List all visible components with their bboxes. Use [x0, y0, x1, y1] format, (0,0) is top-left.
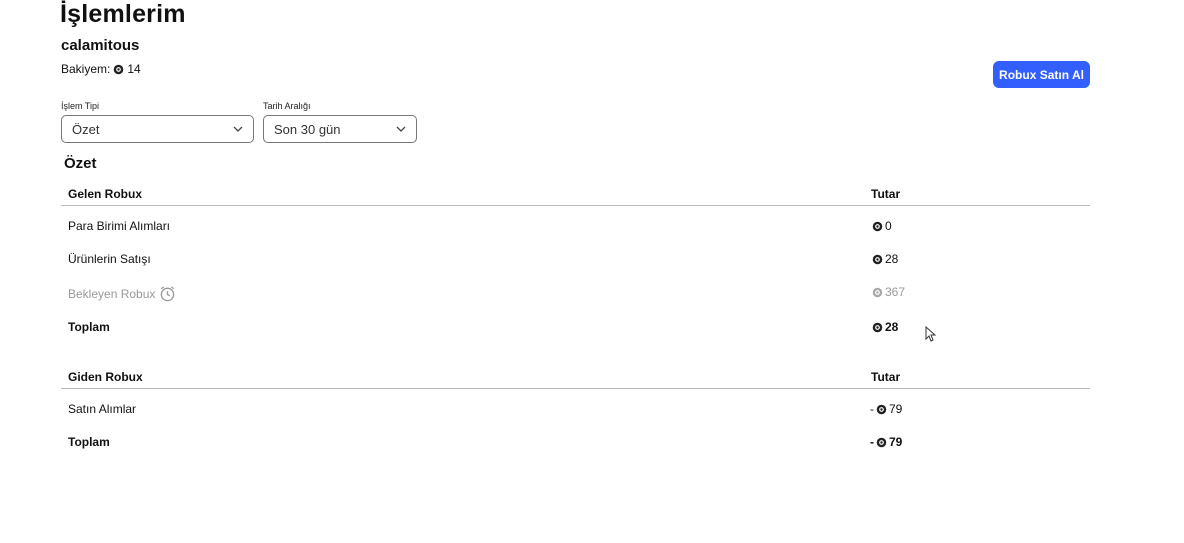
- row-label: Bekleyen Robux: [68, 286, 156, 301]
- row-prefix: -: [870, 435, 874, 449]
- username: calamitous: [61, 37, 140, 54]
- transaction-type-label: İşlem Tipi: [61, 101, 100, 111]
- outgoing-header-label: Giden Robux: [68, 370, 143, 384]
- row-amount: 367: [885, 285, 906, 299]
- row-amount: 79: [889, 402, 903, 416]
- date-range-value: Son 30 gün: [274, 121, 341, 137]
- row-amount: 28: [885, 252, 899, 266]
- robux-icon: [876, 437, 887, 448]
- summary-title: Özet: [64, 155, 97, 172]
- buy-robux-button[interactable]: Robux Satın Al: [993, 61, 1090, 88]
- robux-icon: [872, 254, 883, 265]
- row-amount: 28: [885, 320, 899, 334]
- robux-icon: [872, 322, 883, 333]
- row-label: Toplam: [68, 320, 110, 334]
- page-title: İşlemlerim: [60, 0, 186, 28]
- chevron-down-icon: [396, 126, 406, 132]
- balance-label: Bakiyem:: [61, 62, 111, 76]
- row-amount: 0: [885, 219, 892, 233]
- row-label: Toplam: [68, 435, 110, 449]
- table-row-total: Toplam - 79: [61, 432, 1090, 454]
- row-amount: 79: [889, 435, 903, 449]
- amount-header: Tutar: [871, 187, 901, 201]
- outgoing-table-header: Giden Robux Tutar: [61, 364, 1090, 389]
- chevron-down-icon: [233, 126, 243, 132]
- mouse-cursor-icon: [925, 326, 936, 342]
- table-row: Satın Alımlar - 79: [61, 399, 1090, 421]
- robux-icon: [876, 404, 887, 415]
- incoming-table-header: Gelen Robux Tutar: [61, 181, 1090, 206]
- incoming-header-label: Gelen Robux: [68, 187, 143, 201]
- row-label: Para Birimi Alımları: [68, 219, 171, 233]
- robux-icon: [113, 64, 124, 75]
- balance: Bakiyem: 14: [61, 62, 141, 76]
- date-range-label: Tarih Aralığı: [263, 101, 311, 111]
- row-prefix: -: [870, 402, 874, 416]
- transaction-type-value: Özet: [72, 121, 100, 137]
- row-label: Satın Alımlar: [68, 402, 137, 416]
- table-row: Ürünlerin Satışı 28: [61, 249, 1090, 271]
- amount-header: Tutar: [871, 370, 901, 384]
- table-row: Para Birimi Alımları 0: [61, 216, 1090, 238]
- robux-icon: [872, 287, 883, 298]
- date-range-select[interactable]: Son 30 gün: [263, 115, 417, 143]
- table-row-pending: Bekleyen Robux 367: [61, 282, 1090, 304]
- row-label: Ürünlerin Satışı: [68, 252, 151, 266]
- clock-icon[interactable]: [159, 285, 176, 302]
- transaction-type-select[interactable]: Özet: [61, 115, 254, 143]
- robux-icon: [872, 221, 883, 232]
- balance-value: 14: [127, 62, 141, 76]
